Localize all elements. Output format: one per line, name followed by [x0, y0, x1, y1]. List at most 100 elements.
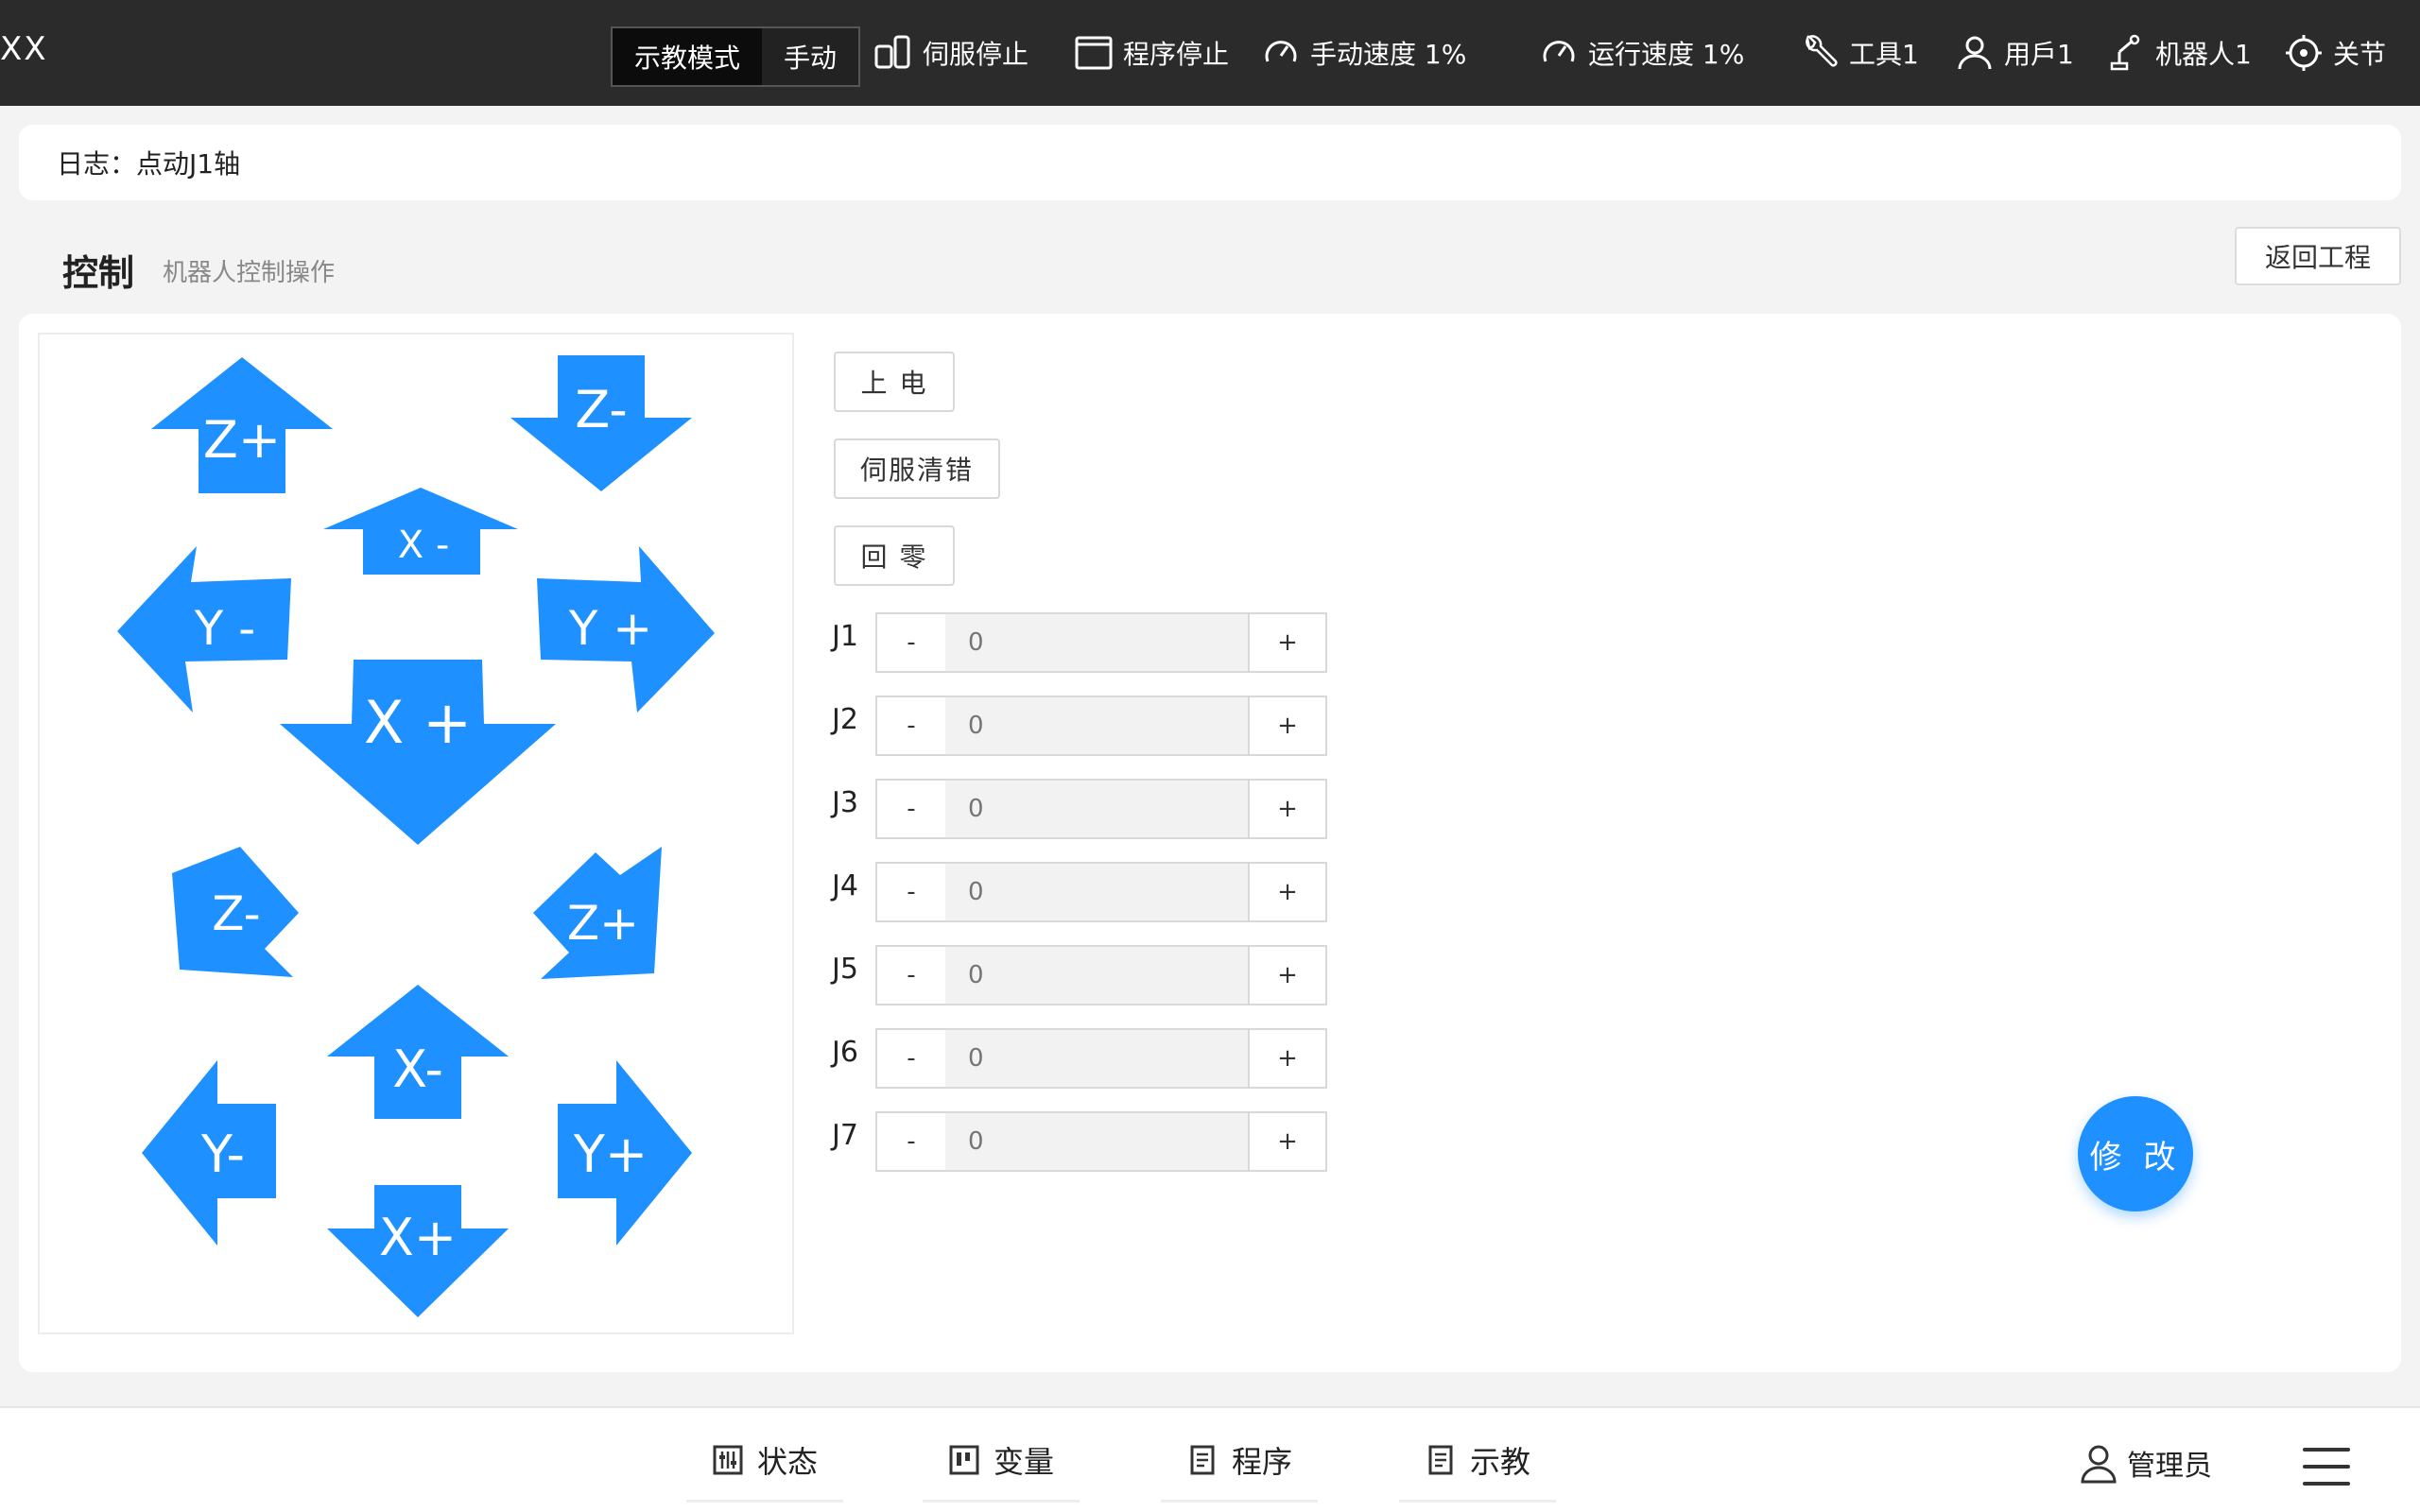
- joint-plus-button[interactable]: +: [1248, 1028, 1327, 1089]
- page-subtitle: 机器人控制操作: [163, 259, 336, 287]
- joint-value-input[interactable]: [945, 779, 1250, 839]
- gauge-icon: [1543, 41, 1575, 62]
- joint-plus-button[interactable]: +: [1248, 696, 1327, 756]
- joint-minus-button[interactable]: -: [875, 945, 947, 1005]
- servo-stop-button[interactable]: 伺服停止: [873, 25, 1028, 81]
- joint-minus-button[interactable]: -: [875, 862, 947, 922]
- bottom-nav: 状态 变量 程序 示教 管理员: [0, 1406, 2420, 1512]
- joint-label: J4: [832, 869, 858, 902]
- jog-world-z-minus-arrow[interactable]: Z-: [507, 353, 696, 493]
- nav-variables-label: 变量: [993, 1443, 1054, 1480]
- program-stop-label: 程序停止: [1123, 39, 1230, 70]
- manual-speed-button[interactable]: 手动速度 1%: [1261, 25, 1466, 81]
- jog-arrow-label: Z-: [575, 380, 628, 439]
- jog-panel: Z+ Z- X - Y - Y + X + Z- Z+ X- Y- Y+ X+: [38, 333, 794, 1334]
- joint-value-input[interactable]: [945, 1111, 1250, 1172]
- nav-teach[interactable]: 示教: [1399, 1419, 1556, 1503]
- joint-plus-button[interactable]: +: [1248, 612, 1327, 673]
- nav-program[interactable]: 程序: [1161, 1419, 1318, 1503]
- jog-arrow-label: Y-: [200, 1125, 245, 1184]
- jog-tool-y-minus-arrow[interactable]: Y-: [140, 1058, 278, 1247]
- home-button[interactable]: 回 零: [834, 525, 955, 586]
- joint-value-input[interactable]: [945, 1028, 1250, 1089]
- jog-world-y-plus-arrow[interactable]: Y +: [533, 544, 717, 714]
- mode-switch[interactable]: 示教模式 手动: [611, 26, 860, 87]
- user-role: 管理员: [2127, 1450, 2212, 1483]
- robot-label: 机器人1: [2155, 39, 2252, 70]
- joint-minus-button[interactable]: -: [875, 1111, 947, 1172]
- joint-minus-button[interactable]: -: [875, 612, 947, 673]
- joint-plus-button[interactable]: +: [1248, 945, 1327, 1005]
- servo-clear-button[interactable]: 伺服清错: [834, 438, 1000, 499]
- jog-world-z-plus-arrow[interactable]: Z+: [147, 355, 337, 495]
- nav-status[interactable]: 状态: [686, 1419, 843, 1503]
- user-menu[interactable]: 管理员: [2078, 1442, 2212, 1484]
- gauge-icon: [1265, 41, 1297, 62]
- jog-arrow-label: Y +: [568, 601, 652, 656]
- document-icon: [1428, 1445, 1453, 1474]
- joint-value-input[interactable]: [945, 862, 1250, 922]
- joint-value-input[interactable]: [945, 612, 1250, 673]
- user-icon: [1958, 36, 1992, 70]
- joint-plus-button[interactable]: +: [1248, 779, 1327, 839]
- joint-label: J6: [832, 1036, 858, 1069]
- mode-teach-button[interactable]: 示教模式: [613, 28, 762, 85]
- power-on-button[interactable]: 上 电: [834, 352, 955, 412]
- run-speed-label: 运行速度 1%: [1588, 39, 1745, 70]
- robot-button[interactable]: 机器人1: [2106, 25, 2252, 81]
- jog-arrow-label: Y+: [573, 1125, 648, 1184]
- mode-manual-button[interactable]: 手动: [762, 28, 858, 85]
- jog-tool-z-minus-arrow[interactable]: Z-: [170, 845, 302, 977]
- joint-value-input[interactable]: [945, 945, 1250, 1005]
- modify-button[interactable]: 修 改: [2078, 1096, 2193, 1211]
- hamburger-menu-icon[interactable]: [2303, 1448, 2350, 1486]
- nav-teach-label: 示教: [1469, 1443, 1530, 1480]
- jog-arrow-label: Y -: [194, 601, 255, 656]
- jog-arrow-label: Z+: [203, 410, 281, 470]
- jog-arrow-label: Z+: [567, 896, 639, 951]
- user-icon: [2081, 1445, 2117, 1484]
- nav-variables[interactable]: 变量: [923, 1419, 1080, 1503]
- jog-world-x-plus-arrow[interactable]: X +: [276, 658, 560, 847]
- user-frame-button[interactable]: 用戶1: [1955, 25, 2074, 81]
- joint-minus-button[interactable]: -: [875, 696, 947, 756]
- sliders-icon: [713, 1445, 743, 1474]
- tool-button[interactable]: 工具1: [1800, 25, 1919, 81]
- program-stop-button[interactable]: 程序停止: [1074, 25, 1229, 81]
- jog-tool-x-plus-arrow[interactable]: X+: [325, 1183, 510, 1319]
- joint-plus-button[interactable]: +: [1248, 1111, 1327, 1172]
- jog-arrow-label: X -: [398, 524, 450, 567]
- user-frame-label: 用戶1: [2004, 39, 2074, 70]
- back-to-project-button[interactable]: 返回工程: [2235, 227, 2401, 285]
- joint-coord-button[interactable]: 关节: [2284, 25, 2386, 81]
- joint-minus-button[interactable]: -: [875, 779, 947, 839]
- nav-status-label: 状态: [756, 1443, 818, 1480]
- top-bar: XX 示教模式 手动 伺服停止 程序停止 手动速度 1% 运行速度 1% 工具1…: [0, 0, 2420, 106]
- run-speed-button[interactable]: 运行速度 1%: [1539, 25, 1744, 81]
- joint-value-input[interactable]: [945, 696, 1250, 756]
- joint-plus-button[interactable]: +: [1248, 862, 1327, 922]
- joint-label: J2: [832, 703, 858, 736]
- document-icon: [1190, 1445, 1215, 1474]
- tool-label: 工具1: [1849, 39, 1919, 70]
- app-title: XX: [0, 30, 48, 68]
- jog-world-y-minus-arrow[interactable]: Y -: [115, 544, 295, 714]
- jog-tool-z-plus-arrow[interactable]: Z+: [531, 845, 664, 983]
- joint-label: J3: [832, 786, 858, 819]
- jog-arrow-label: X +: [364, 688, 472, 757]
- servo-stop-label: 伺服停止: [923, 39, 1029, 70]
- jog-tool-x-minus-arrow[interactable]: X-: [325, 983, 510, 1121]
- page-title: 控制: [62, 252, 135, 294]
- joint-minus-button[interactable]: -: [875, 1028, 947, 1089]
- servo-icon: [874, 35, 910, 69]
- joint-label: J5: [832, 953, 858, 986]
- manual-speed-label: 手动速度 1%: [1310, 39, 1467, 70]
- wrench-icon: [1806, 34, 1838, 67]
- jog-arrow-label: X+: [379, 1208, 457, 1267]
- nav-program-label: 程序: [1231, 1443, 1292, 1480]
- jog-arrow-label: Z-: [212, 886, 260, 941]
- joint-coord-label: 关节: [2333, 39, 2387, 70]
- jog-tool-y-plus-arrow[interactable]: Y+: [556, 1058, 694, 1247]
- jog-arrow-label: X-: [392, 1040, 443, 1099]
- jog-world-x-minus-arrow[interactable]: X -: [320, 486, 522, 576]
